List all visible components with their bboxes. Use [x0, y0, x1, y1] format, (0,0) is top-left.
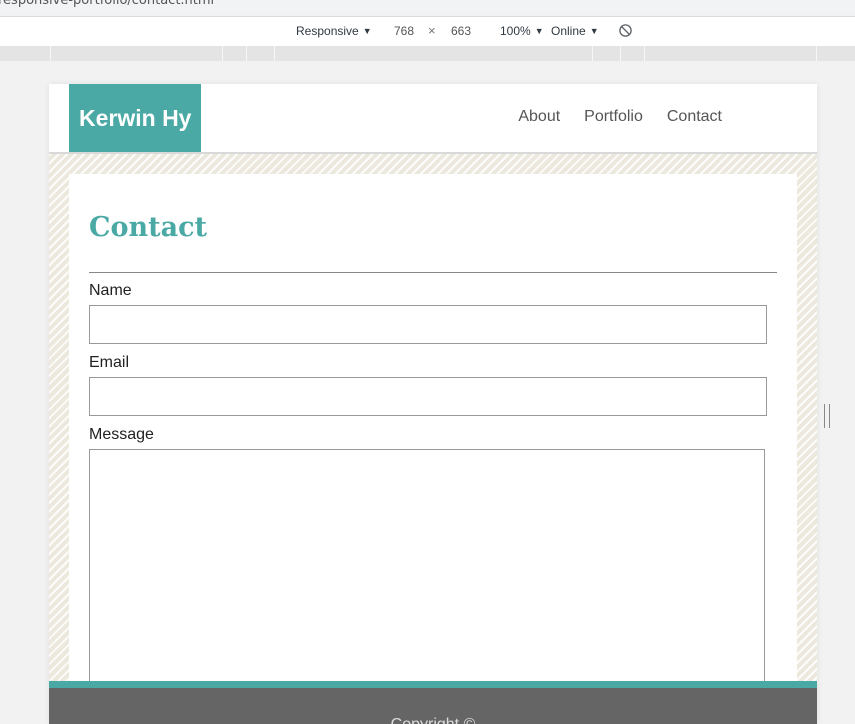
- device-toolbar: Responsive ▼ 768 × 663 100% ▼ Online ▼: [0, 16, 855, 46]
- address-bar[interactable]: responsive-portfolio/contact.html: [0, 0, 855, 12]
- nav-link-about[interactable]: About: [518, 108, 560, 126]
- rotate-icon[interactable]: [618, 23, 633, 38]
- device-viewport: Kerwin Hy About Portfolio Contact Contac…: [49, 84, 817, 724]
- email-input[interactable]: [89, 377, 767, 416]
- caret-down-icon: ▼: [589, 26, 599, 36]
- throttling-select[interactable]: Online ▼: [551, 24, 599, 38]
- height-input[interactable]: 663: [440, 22, 482, 40]
- caret-down-icon: ▼: [534, 26, 544, 36]
- main-nav: About Portfolio Contact: [518, 108, 722, 126]
- message-textarea[interactable]: [89, 449, 765, 709]
- patterned-background: Contact Name Email Message: [49, 154, 817, 709]
- footer-copyright: Copyright ©: [49, 716, 817, 724]
- width-input[interactable]: 768: [383, 22, 425, 40]
- caret-down-icon: ▼: [362, 26, 372, 36]
- throttling-label: Online: [551, 24, 586, 38]
- device-mode-select[interactable]: Responsive ▼: [296, 24, 372, 38]
- media-query-ruler: [0, 46, 855, 61]
- title-divider: [89, 272, 777, 273]
- page-title: Contact: [89, 212, 208, 243]
- zoom-select[interactable]: 100% ▼: [500, 24, 544, 38]
- times-glyph: ×: [428, 23, 436, 38]
- name-label: Name: [89, 282, 132, 299]
- email-label: Email: [89, 354, 130, 371]
- site-footer: Copyright ©: [49, 681, 817, 724]
- site-header: Kerwin Hy About Portfolio Contact: [49, 84, 817, 154]
- site-logo[interactable]: Kerwin Hy: [69, 84, 202, 152]
- url-text: responsive-portfolio/contact.html: [0, 0, 215, 8]
- viewport-resize-handle[interactable]: [824, 404, 830, 428]
- zoom-label: 100%: [500, 24, 531, 38]
- nav-link-contact[interactable]: Contact: [667, 108, 722, 126]
- device-mode-label: Responsive: [296, 24, 359, 38]
- name-input[interactable]: [89, 305, 767, 344]
- message-label: Message: [89, 426, 154, 443]
- nav-link-portfolio[interactable]: Portfolio: [584, 108, 643, 126]
- contact-card: Contact Name Email Message: [69, 174, 797, 709]
